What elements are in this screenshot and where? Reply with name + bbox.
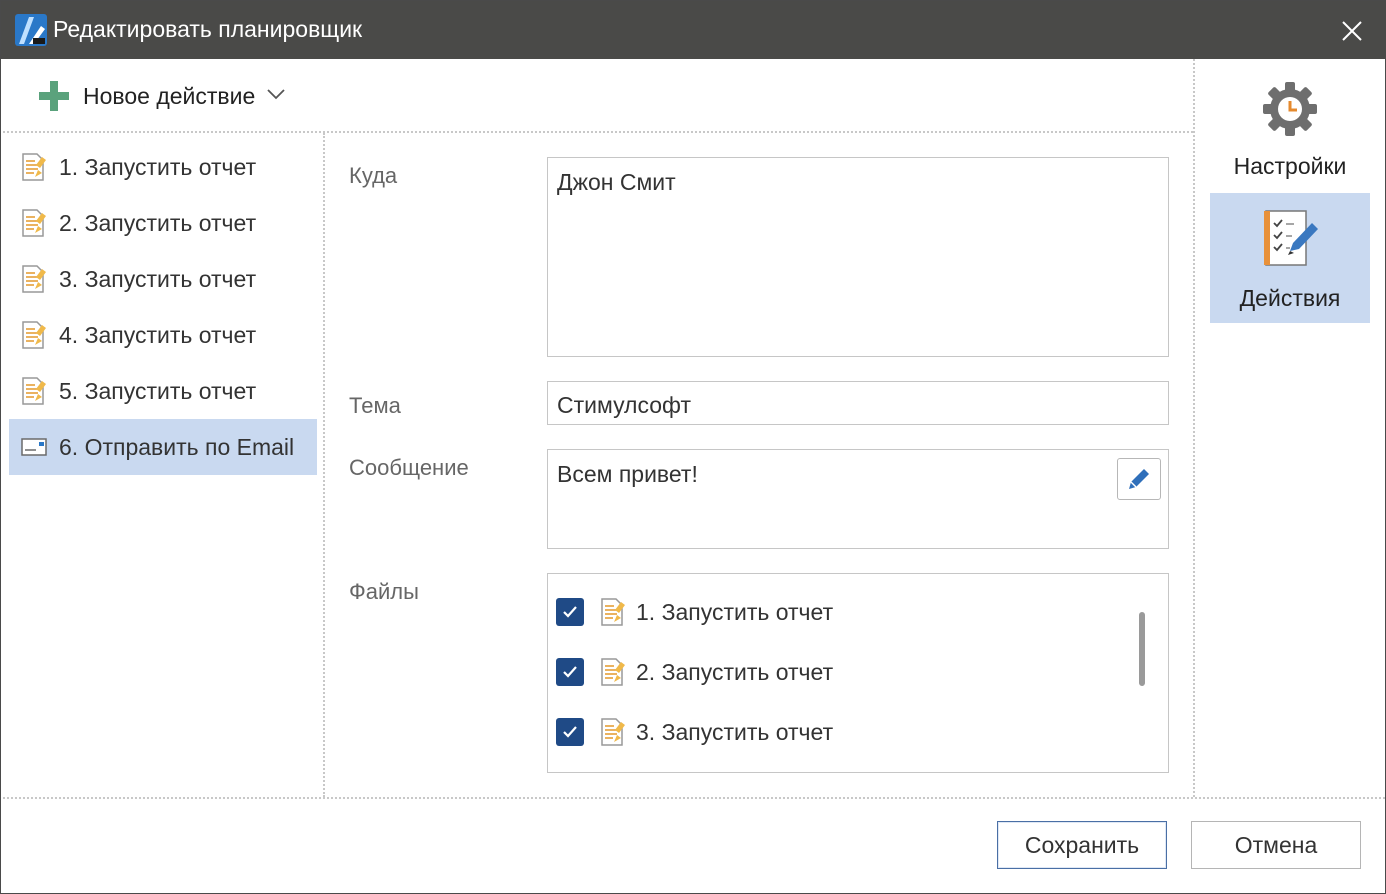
actions-tab[interactable]: Действия xyxy=(1210,193,1370,323)
list-item-label: 5. Запустить отчет xyxy=(59,377,257,404)
email-icon xyxy=(21,438,47,456)
checkmark-icon xyxy=(563,666,577,678)
checkmark-icon xyxy=(563,726,577,738)
report-icon xyxy=(22,209,46,237)
file-item-label: 3. Запустить отчет xyxy=(636,718,834,745)
report-icon xyxy=(22,265,46,293)
cancel-button[interactable]: Отмена xyxy=(1191,821,1361,869)
footer-divider xyxy=(3,797,1385,799)
close-icon xyxy=(1342,21,1362,41)
message-label: Сообщение xyxy=(349,455,469,480)
file-item[interactable]: 3. Запустить отчет xyxy=(556,718,833,746)
save-button[interactable]: Сохранить xyxy=(997,821,1167,869)
file-checkbox[interactable] xyxy=(556,718,584,746)
message-field[interactable]: Всем привет! xyxy=(547,449,1169,549)
file-checkbox[interactable] xyxy=(556,658,584,686)
title-bar: Редактировать планировщик xyxy=(1,1,1386,59)
plus-icon xyxy=(39,81,69,111)
list-item[interactable]: 1. Запустить отчет xyxy=(9,139,317,195)
actions-list: 1. Запустить отчет 2. Запустить отчет 3.… xyxy=(9,139,317,475)
new-action-button[interactable]: Новое действие xyxy=(39,81,285,111)
pencil-icon xyxy=(1129,469,1149,489)
list-item[interactable]: 5. Запустить отчет xyxy=(9,363,317,419)
actions-tab-label: Действия xyxy=(1239,285,1341,311)
settings-tab[interactable]: Настройки xyxy=(1210,77,1370,187)
message-value: Всем привет! xyxy=(557,461,698,487)
toolbar: Новое действие xyxy=(3,59,1193,132)
new-action-label: Новое действие xyxy=(83,82,256,109)
file-item-label: 2. Запустить отчет xyxy=(636,658,834,685)
report-icon xyxy=(601,598,625,626)
list-item-label: 1. Запустить отчет xyxy=(59,153,257,180)
files-label: Файлы xyxy=(349,579,419,604)
report-icon xyxy=(601,718,625,746)
report-icon xyxy=(22,321,46,349)
scrollbar-thumb[interactable] xyxy=(1139,612,1145,686)
window-title: Редактировать планировщик xyxy=(53,16,363,42)
gear-clock-icon xyxy=(1263,82,1317,136)
checklist-edit-icon xyxy=(1264,210,1318,266)
file-item[interactable]: 2. Запустить отчет xyxy=(556,658,833,686)
subject-field[interactable]: Стимулсофт xyxy=(547,381,1169,425)
subject-label: Тема xyxy=(349,393,401,418)
list-item-label: 4. Запустить отчет xyxy=(59,321,257,348)
chevron-down-icon xyxy=(267,89,285,100)
list-item-label: 3. Запустить отчет xyxy=(59,265,257,292)
report-icon xyxy=(601,658,625,686)
scheduler-dialog: Редактировать планировщик Новое действие xyxy=(0,0,1386,894)
to-label: Куда xyxy=(349,163,398,188)
toolbar-divider xyxy=(3,131,1193,133)
subject-value: Стимулсофт xyxy=(557,392,691,418)
list-item[interactable]: 3. Запустить отчет xyxy=(9,251,317,307)
app-logo-icon xyxy=(15,14,47,46)
list-item[interactable]: 2. Запустить отчет xyxy=(9,195,317,251)
close-button[interactable] xyxy=(1327,10,1377,52)
side-panel-divider xyxy=(1193,59,1195,797)
report-icon xyxy=(22,377,46,405)
settings-tab-label: Настройки xyxy=(1233,153,1347,179)
report-icon xyxy=(22,153,46,181)
file-checkbox[interactable] xyxy=(556,598,584,626)
checkmark-icon xyxy=(563,606,577,618)
list-divider xyxy=(323,133,325,797)
file-item-label: 1. Запустить отчет xyxy=(636,598,834,625)
to-value: Джон Смит xyxy=(557,169,676,195)
to-field[interactable]: Джон Смит xyxy=(547,157,1169,357)
list-item-label: 2. Запустить отчет xyxy=(59,209,257,236)
files-list: 1. Запустить отчет 2. Запустить отчет 3.… xyxy=(547,573,1169,773)
edit-message-button[interactable] xyxy=(1117,458,1161,500)
list-item-label: 6. Отправить по Email xyxy=(59,433,295,460)
list-item[interactable]: 4. Запустить отчет xyxy=(9,307,317,363)
list-item-selected[interactable]: 6. Отправить по Email xyxy=(9,419,317,475)
file-item[interactable]: 1. Запустить отчет xyxy=(556,598,833,626)
